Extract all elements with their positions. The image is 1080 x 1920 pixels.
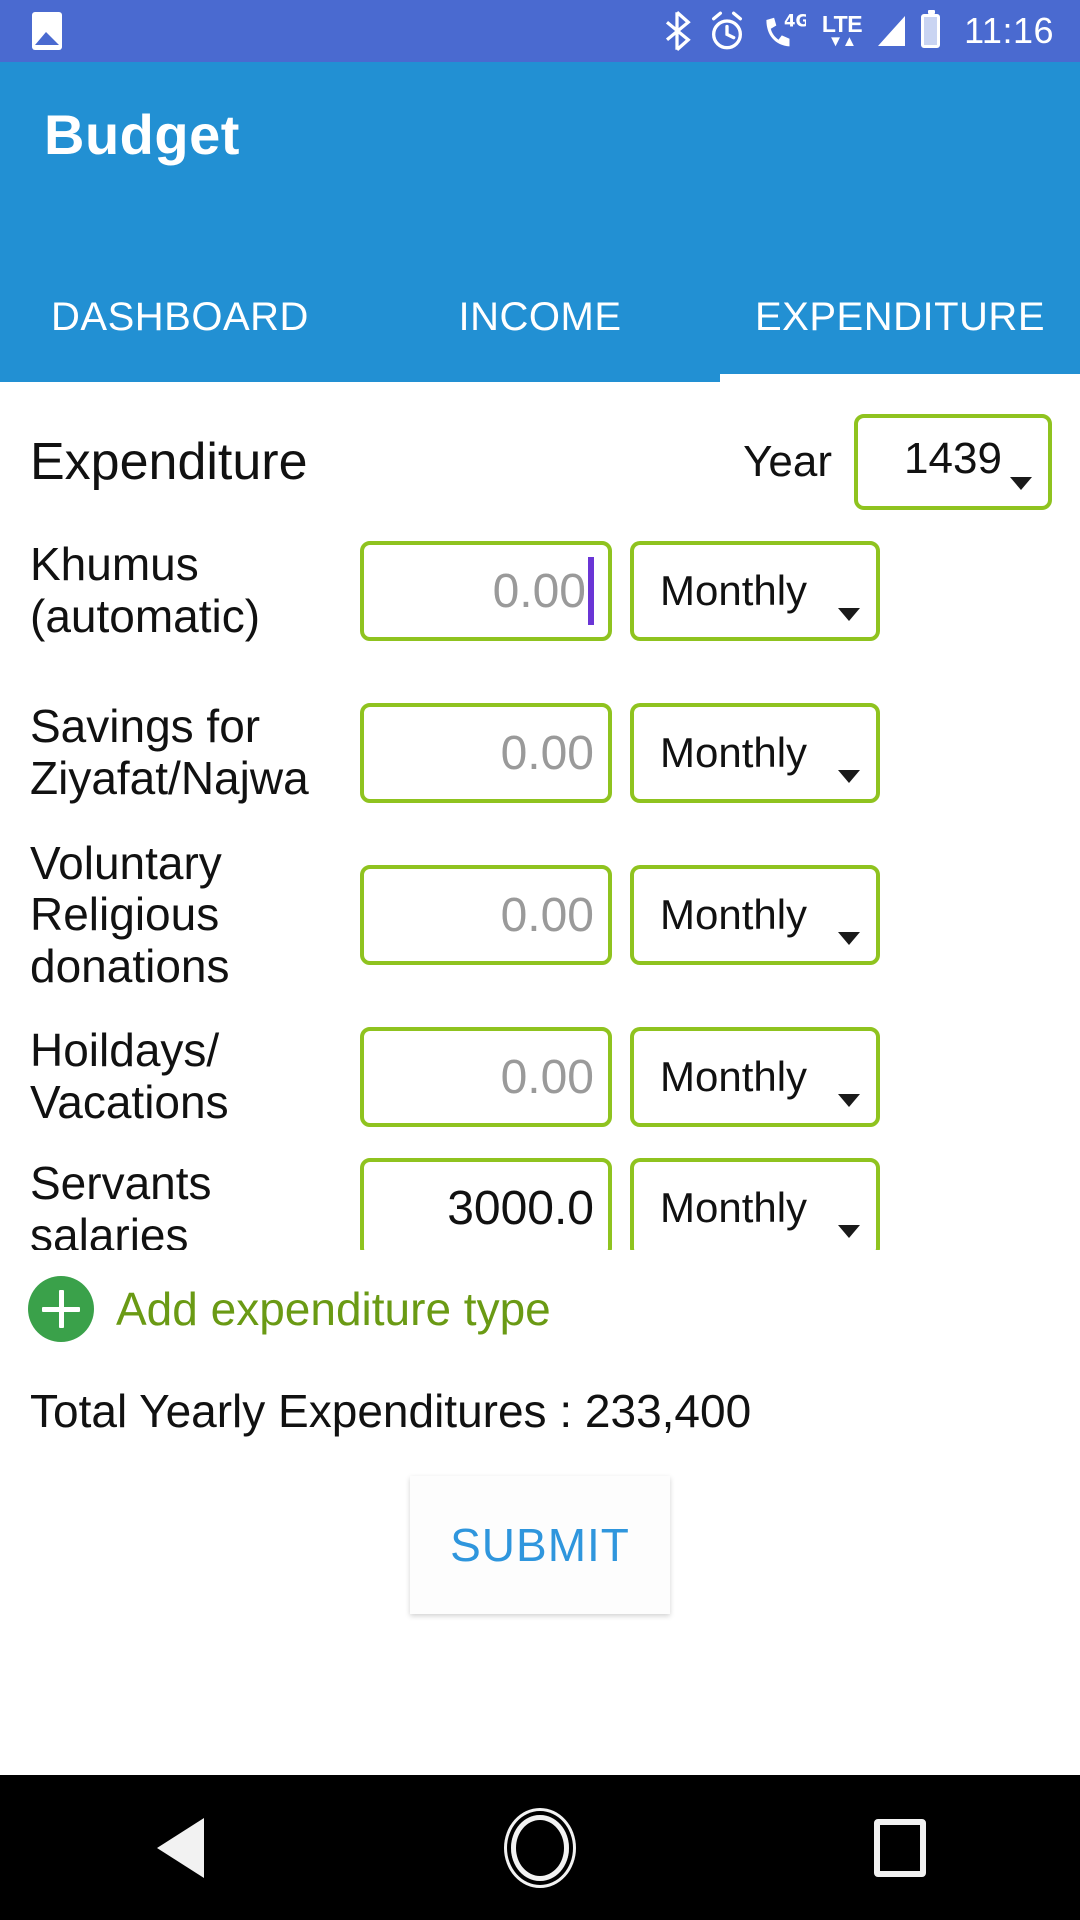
status-bar: 4G LTE ▼▲ 11:16 — [0, 0, 1080, 62]
recents-icon — [874, 1818, 926, 1877]
nav-recents-button[interactable] — [720, 1818, 1080, 1877]
tab-income[interactable]: INCOME — [360, 266, 720, 382]
chevron-down-icon — [1010, 477, 1032, 490]
tab-bar: DASHBOARD INCOME EXPENDITURE — [0, 266, 1080, 382]
chevron-down-icon — [838, 1094, 860, 1107]
row-label: Servants salaries — [30, 1158, 212, 1250]
submit-container: SUBMIT — [0, 1438, 1080, 1614]
frequency-select[interactable]: Monthly — [630, 1158, 880, 1250]
submit-button[interactable]: SUBMIT — [410, 1476, 670, 1614]
nav-home-button[interactable] — [360, 1814, 720, 1881]
svg-text:4G: 4G — [784, 12, 806, 31]
frequency-select[interactable]: Monthly — [630, 1027, 880, 1127]
home-icon — [511, 1814, 569, 1881]
frequency-value: Monthly — [660, 729, 808, 776]
frequency-select[interactable]: Monthly — [630, 703, 880, 803]
lte-arrows: ▼▲ — [828, 33, 857, 50]
back-icon — [156, 1817, 204, 1878]
tab-expenditure[interactable]: EXPENDITURE — [720, 266, 1080, 382]
row-label: Hoildays/ Vacations — [30, 1024, 229, 1128]
add-expenditure-type-label: Add expenditure type — [116, 1283, 551, 1335]
expenditure-row: Khumus (automatic) 0.00 Monthly — [0, 510, 1080, 672]
chevron-down-icon — [838, 770, 860, 783]
plus-circle-icon — [28, 1276, 94, 1342]
expenditure-row: Servants salaries 3000.0 Monthly — [0, 1158, 1080, 1250]
section-header: Expenditure Year 1439 — [0, 382, 1080, 510]
expenditure-row: Hoildays/ Vacations 0.00 Monthly — [0, 996, 1080, 1158]
expenditure-form: Expenditure Year 1439 Khumus (automatic)… — [0, 382, 1080, 1775]
year-select-value: 1439 — [904, 434, 1002, 483]
frequency-select[interactable]: Monthly — [630, 541, 880, 641]
frequency-value: Monthly — [660, 1053, 808, 1100]
row-label: Voluntary Religious donations — [30, 836, 230, 992]
frequency-value: Monthly — [660, 567, 808, 614]
phone-screen: 4G LTE ▼▲ 11:16 Budget DASHBOARD INCOME … — [0, 0, 1080, 1920]
amount-value: 0.00 — [500, 888, 594, 942]
amount-value: 0.00 — [500, 1050, 594, 1104]
frequency-value: Monthly — [660, 1184, 808, 1231]
amount-input[interactable]: 0.00 — [360, 703, 612, 803]
battery-icon — [921, 10, 941, 48]
chevron-down-icon — [838, 932, 860, 945]
chevron-down-icon — [838, 608, 860, 621]
add-expenditure-type-button[interactable]: Add expenditure type — [0, 1250, 1080, 1350]
nav-back-button[interactable] — [0, 1817, 360, 1878]
amount-value: 3000.0 — [447, 1181, 594, 1235]
system-nav-bar — [0, 1775, 1080, 1920]
page-title: Budget — [44, 103, 240, 166]
signal-icon — [878, 16, 906, 46]
amount-input[interactable]: 0.00 — [360, 541, 612, 641]
app-bar: Budget DASHBOARD INCOME EXPENDITURE — [0, 62, 1080, 382]
alarm-icon — [708, 11, 746, 51]
amount-input[interactable]: 3000.0 — [360, 1158, 612, 1250]
year-select[interactable]: 1439 — [854, 414, 1052, 510]
expenditure-row: Savings for Ziyafat/Najwa 0.00 Monthly — [0, 672, 1080, 834]
row-label: Khumus (automatic) — [30, 538, 261, 642]
frequency-select[interactable]: Monthly — [630, 865, 880, 965]
status-bar-right: 4G LTE ▼▲ 11:16 — [662, 10, 1054, 52]
amount-value: 0.00 — [500, 726, 594, 780]
amount-input[interactable]: 0.00 — [360, 1027, 612, 1127]
tab-expenditure-label: EXPENDITURE — [755, 294, 1045, 339]
expenditure-row: Voluntary Religious donations 0.00 Month… — [0, 834, 1080, 996]
bluetooth-icon — [662, 11, 692, 51]
amount-input[interactable]: 0.00 — [360, 865, 612, 965]
frequency-value: Monthly — [660, 891, 808, 938]
tab-dashboard[interactable]: DASHBOARD — [0, 266, 360, 382]
chevron-down-icon — [838, 1225, 860, 1238]
year-label: Year — [743, 437, 832, 486]
total-yearly-expenditures: Total Yearly Expenditures : 233,400 — [30, 1385, 752, 1437]
photo-icon — [32, 12, 62, 50]
call-4g-icon: 4G — [762, 11, 806, 51]
row-label: Savings for Ziyafat/Najwa — [30, 700, 309, 804]
status-bar-left — [32, 12, 62, 50]
amount-value: 0.00 — [492, 564, 586, 618]
text-cursor — [588, 557, 594, 625]
tab-dashboard-label: DASHBOARD — [51, 294, 309, 339]
section-title: Expenditure — [30, 433, 308, 491]
tab-income-label: INCOME — [458, 294, 622, 339]
clock-label: 11:16 — [964, 10, 1054, 51]
lte-icon: LTE ▼▲ — [822, 13, 863, 50]
